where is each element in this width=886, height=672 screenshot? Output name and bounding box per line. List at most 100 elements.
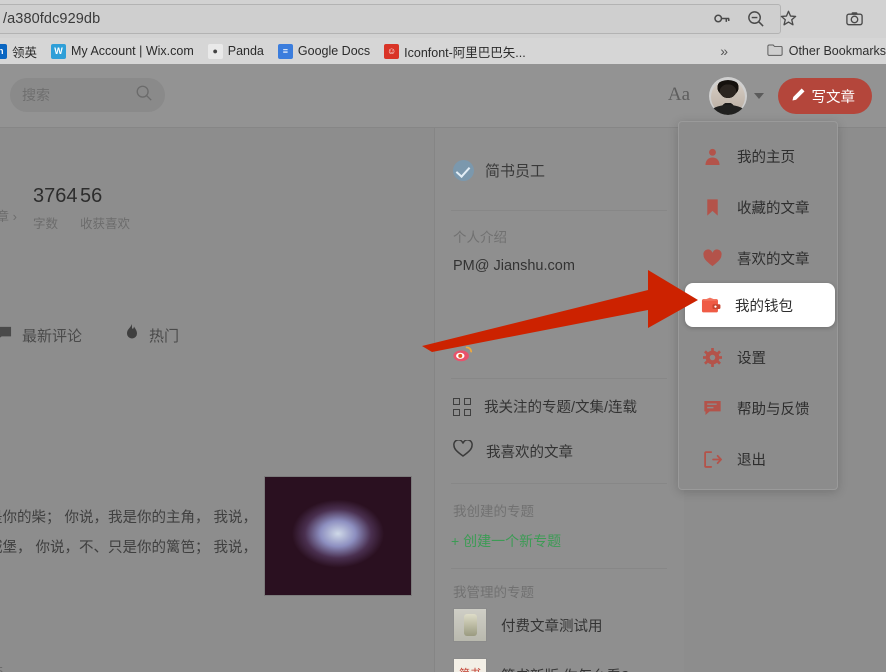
- grid-icon: [453, 397, 471, 416]
- person-icon: [703, 147, 722, 166]
- avatar-menu-trigger[interactable]: [709, 77, 764, 115]
- stat-label: 收获喜欢: [80, 217, 131, 231]
- bookmark-label: Iconfont-阿里巴巴矢...: [404, 45, 526, 60]
- search-icon[interactable]: [135, 84, 153, 107]
- address-bar-url: /a380fdc929db: [3, 11, 101, 27]
- screenshot-root: /a380fdc929db in 领英: [0, 0, 886, 672]
- heart-filled-icon: [703, 248, 722, 268]
- divider: [451, 378, 667, 379]
- linkedin-icon: in: [0, 43, 7, 59]
- key-icon[interactable]: [713, 9, 732, 28]
- collection-thumbnail: [453, 608, 487, 642]
- comment-icon: [0, 325, 13, 346]
- pen-icon: [791, 87, 806, 106]
- bookmark-item[interactable]: in 领英: [0, 42, 37, 61]
- divider: [451, 483, 667, 484]
- bookmark-star-icon[interactable]: [779, 9, 798, 28]
- bookmarks-overflow-button[interactable]: »: [720, 43, 728, 59]
- link-label: 我关注的专题/文集/连载: [484, 400, 638, 416]
- verified-label: 简书员工: [485, 163, 546, 180]
- bookmark-label: My Account | Wix.com: [71, 44, 194, 58]
- bookmark-label: Google Docs: [297, 44, 371, 58]
- tab-hot[interactable]: 热门: [124, 324, 179, 346]
- bookmark-item[interactable]: ● Panda: [207, 43, 264, 59]
- browser-chrome: /a380fdc929db in 领英: [0, 0, 886, 64]
- excerpt-line: 是你的柴； 你说，我是你的主角， 我说，: [0, 510, 258, 526]
- bookmark-icon: [703, 198, 722, 217]
- created-collections-label: 我创建的专题: [453, 504, 534, 519]
- managed-collection-item[interactable]: 简书新版 你怎么看?: [453, 658, 629, 672]
- bookmark-item[interactable]: ≡ Google Docs: [277, 43, 371, 59]
- omnibox-actions: [713, 9, 798, 28]
- menu-item-liked-articles[interactable]: 喜欢的文章: [687, 238, 831, 278]
- menu-item-label: 喜欢的文章: [737, 251, 810, 268]
- logout-icon: [703, 450, 722, 469]
- account-dropdown-menu: 我的主页 收藏的文章 喜欢的文章 我的钱包 设置 帮助与反馈 退出: [678, 121, 838, 490]
- iconfont-icon: ☺: [384, 43, 400, 59]
- collection-thumbnail: [453, 658, 487, 672]
- menu-item-label: 设置: [737, 350, 766, 367]
- menu-item-label: 我的主页: [737, 149, 795, 166]
- camera-icon[interactable]: [845, 9, 864, 33]
- stat-value: 3764: [33, 185, 78, 207]
- verified-check-icon: [453, 160, 474, 181]
- menu-item-logout[interactable]: 退出: [687, 439, 831, 479]
- search-placeholder: 搜索: [22, 87, 50, 103]
- site-header: 搜索 Aa 写文章: [0, 64, 886, 128]
- verified-badge: 简书员工: [453, 160, 545, 181]
- post-meta: 5: [0, 664, 3, 672]
- bookmarks-bar: in 领英 W My Account | Wix.com ● Panda ≡ G…: [0, 38, 886, 64]
- other-bookmarks-folder[interactable]: Other Bookmarks: [767, 43, 886, 60]
- menu-item-label: 帮助与反馈: [737, 401, 810, 418]
- panda-icon: ●: [207, 43, 223, 59]
- avatar[interactable]: [709, 77, 747, 115]
- link-followed-collections[interactable]: 我关注的专题/文集/连载: [453, 396, 637, 417]
- intro-text: PM@ Jianshu.com: [453, 258, 575, 274]
- write-article-label: 写文章: [811, 89, 856, 106]
- folder-icon: [767, 43, 783, 60]
- menu-item-label: 我的钱包: [735, 298, 793, 315]
- bookmark-item[interactable]: W My Account | Wix.com: [51, 43, 194, 59]
- bookmark-label: Panda: [227, 44, 264, 58]
- left-column: 章 › 3764 字数 56 收获喜欢 最新评论 热门 是你的柴； 你说，我是你…: [0, 128, 430, 672]
- gear-icon: [703, 347, 722, 367]
- stat-word-count: 3764 字数: [33, 184, 78, 232]
- link-liked-articles[interactable]: 我喜欢的文章: [453, 439, 573, 462]
- create-new-collection-link[interactable]: + 创建一个新专题: [451, 531, 561, 551]
- other-bookmarks-label: Other Bookmarks: [788, 44, 886, 58]
- address-bar[interactable]: /a380fdc929db: [0, 4, 781, 34]
- tab-label: 热门: [149, 327, 180, 345]
- menu-item-label: 退出: [737, 452, 766, 469]
- bookmark-item[interactable]: ☺ Iconfont-阿里巴巴矢...: [384, 42, 526, 61]
- article-thumbnail-image[interactable]: [264, 476, 412, 596]
- weibo-icon[interactable]: [453, 346, 473, 362]
- tab-label: 最新评论: [22, 327, 83, 345]
- menu-item-my-wallet[interactable]: 我的钱包: [685, 283, 835, 327]
- write-article-button[interactable]: 写文章: [777, 78, 872, 114]
- heart-outline-icon: [453, 439, 473, 462]
- link-label: 我喜欢的文章: [486, 444, 573, 461]
- tab-latest-comments[interactable]: 最新评论: [0, 325, 82, 346]
- zoom-out-icon[interactable]: [746, 9, 765, 28]
- managed-collections-label: 我管理的专题: [453, 585, 534, 600]
- excerpt-line: 城堡， 你说，不、只是你的篱笆； 我说，: [0, 540, 258, 556]
- menu-item-saved-articles[interactable]: 收藏的文章: [687, 187, 831, 227]
- stat-label: 字数: [33, 217, 59, 231]
- chevron-down-icon[interactable]: [754, 93, 764, 99]
- menu-item-help-feedback[interactable]: 帮助与反馈: [687, 388, 831, 428]
- font-size-icon[interactable]: Aa: [668, 84, 690, 106]
- managed-collection-item[interactable]: 付费文章测试用: [453, 608, 603, 642]
- chat-bubble-icon: [703, 399, 722, 418]
- menu-item-my-homepage[interactable]: 我的主页: [687, 136, 831, 176]
- stat-likes: 56 收获喜欢: [80, 184, 130, 232]
- divider: [451, 210, 667, 211]
- wix-icon: W: [51, 43, 67, 59]
- divider: [451, 568, 667, 569]
- menu-item-settings[interactable]: 设置: [687, 337, 831, 377]
- profile-sidebar: 简书员工 个人介绍 PM@ Jianshu.com 我关注的专题/文集/连载 我…: [434, 128, 684, 672]
- search-input[interactable]: 搜索: [10, 78, 165, 112]
- omnibox-row: /a380fdc929db: [0, 0, 886, 38]
- collection-label: 简书新版 你怎么看?: [501, 665, 629, 672]
- content-tabs: 最新评论 热门: [0, 324, 430, 346]
- google-docs-icon: ≡: [277, 43, 293, 59]
